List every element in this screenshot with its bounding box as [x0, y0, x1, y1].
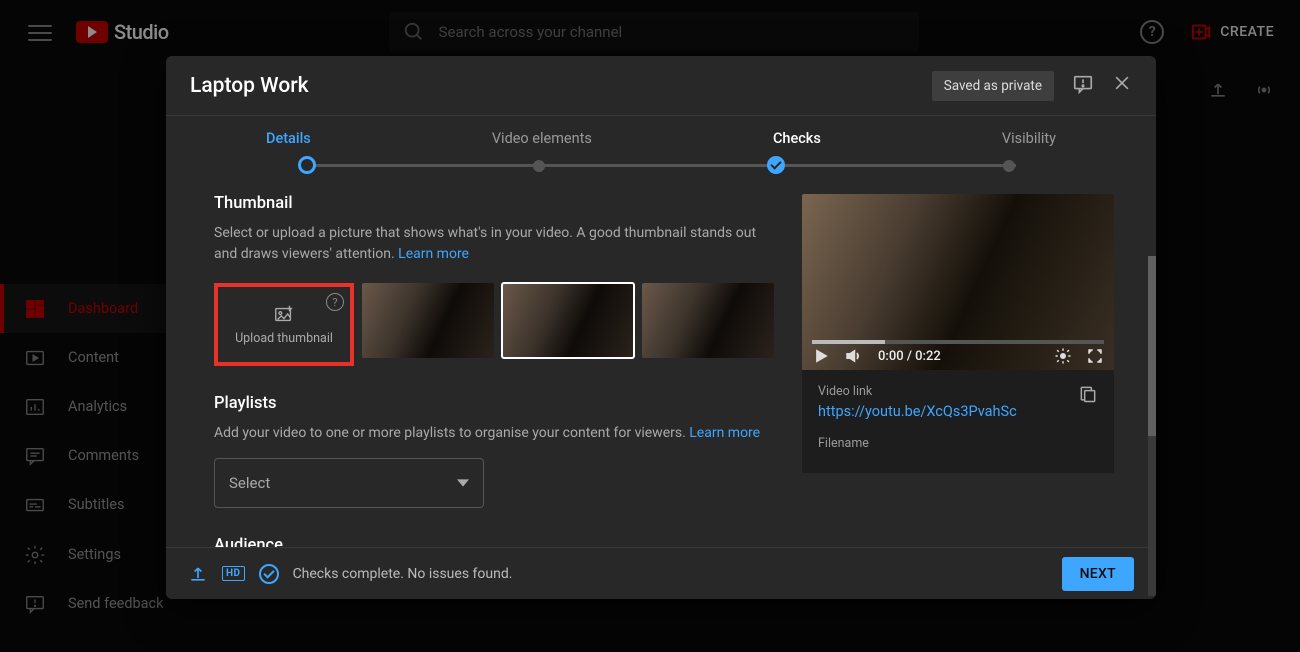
checks-complete-icon: [259, 564, 279, 584]
step-dot-visibility[interactable]: [1003, 160, 1015, 172]
video-preview: 0:00 / 0:22 Video link https://youtu.be/…: [802, 194, 1114, 473]
chevron-down-icon: [457, 477, 469, 489]
feedback-dialog-icon[interactable]: [1072, 73, 1094, 99]
stepper: Details Video elements Checks Visibility: [166, 116, 1156, 176]
fullscreen-icon[interactable]: [1086, 347, 1104, 365]
save-status-pill: Saved as private: [932, 71, 1054, 101]
step-checks[interactable]: Checks: [773, 130, 821, 147]
close-icon[interactable]: [1112, 73, 1132, 99]
step-dot-elements[interactable]: [533, 160, 545, 172]
playlists-select[interactable]: Select: [214, 458, 484, 508]
playlists-description: Add your video to one or more playlists …: [214, 423, 774, 444]
thumbnail-heading: Thumbnail: [214, 194, 774, 213]
step-dot-details[interactable]: [298, 156, 316, 174]
modal-title: Laptop Work: [190, 74, 309, 98]
footer-status-text: Checks complete. No issues found.: [293, 566, 513, 582]
thumbnail-learn-more-link[interactable]: Learn more: [398, 246, 469, 262]
upload-thumbnail-label: Upload thumbnail: [235, 331, 333, 346]
playlists-learn-more-link[interactable]: Learn more: [689, 425, 760, 441]
video-link[interactable]: https://youtu.be/XcQs3PvahSc: [818, 403, 1017, 420]
auto-thumbnail-3[interactable]: [642, 283, 774, 358]
step-details[interactable]: Details: [266, 130, 311, 147]
image-add-icon: [273, 303, 295, 325]
next-button[interactable]: NEXT: [1062, 557, 1134, 591]
auto-thumbnail-1[interactable]: [362, 283, 494, 358]
upload-status-icon: [188, 564, 208, 584]
help-icon[interactable]: ?: [326, 293, 344, 311]
step-video-elements[interactable]: Video elements: [492, 130, 592, 147]
video-time: 0:00 / 0:22: [878, 349, 941, 364]
audience-heading: Audience: [214, 536, 774, 547]
scrollbar[interactable]: [1148, 256, 1156, 547]
playlists-select-placeholder: Select: [229, 474, 270, 492]
upload-thumbnail-button[interactable]: Upload thumbnail ?: [218, 287, 350, 362]
volume-icon[interactable]: [844, 347, 862, 365]
settings-gear-icon[interactable]: [1054, 347, 1072, 365]
thumbnail-description: Select or upload a picture that shows wh…: [214, 223, 774, 265]
hd-badge: HD: [222, 566, 245, 581]
step-dot-checks[interactable]: [767, 156, 785, 174]
video-link-label: Video link: [818, 384, 1017, 399]
playlists-heading: Playlists: [214, 394, 774, 413]
play-icon[interactable]: [812, 347, 830, 365]
upload-modal: Laptop Work Saved as private Details Vid…: [166, 56, 1156, 599]
auto-thumbnail-2[interactable]: [502, 283, 634, 358]
filename-label: Filename: [818, 436, 1098, 451]
copy-link-button[interactable]: [1078, 384, 1098, 408]
step-visibility[interactable]: Visibility: [1002, 130, 1056, 147]
